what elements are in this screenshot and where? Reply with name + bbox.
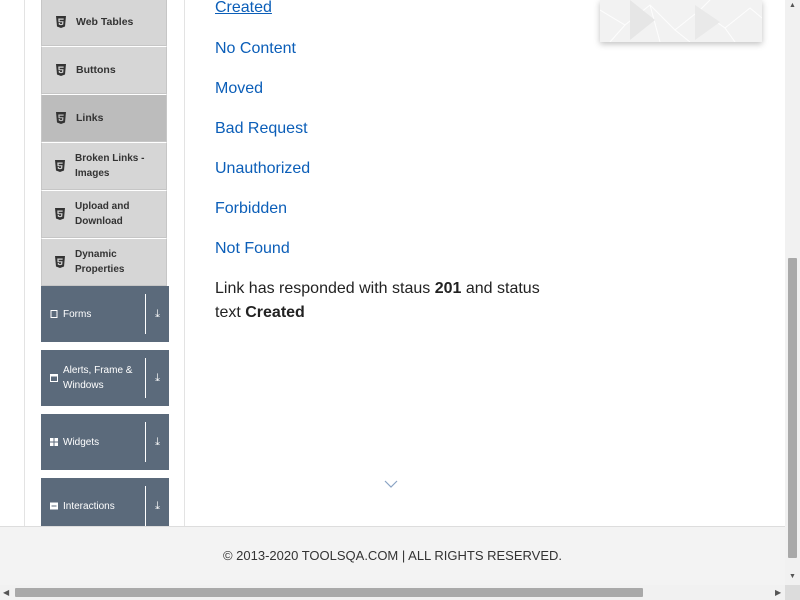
link-unauthorized[interactable]: Unauthorized — [215, 160, 310, 178]
html5-icon — [54, 208, 66, 220]
download-arrow-icon[interactable]: ⤓ — [146, 308, 169, 321]
page-footer: © 2013-2020 TOOLSQA.COM | ALL RIGHTS RES… — [0, 526, 785, 585]
download-arrow-icon[interactable]: ⤓ — [146, 372, 169, 385]
html5-icon — [55, 16, 67, 28]
sidebar-group-widgets[interactable]: Widgets ⤓ — [41, 414, 169, 470]
sidebar-item-web-tables[interactable]: Web Tables — [41, 0, 167, 46]
sidebar-item-broken-links-images[interactable]: Broken Links - Images — [41, 142, 167, 190]
sidebar-item-buttons[interactable]: Buttons — [41, 46, 167, 94]
sidebar-item-dynamic-properties[interactable]: Dynamic Properties — [41, 238, 167, 286]
chevron-down-icon[interactable] — [384, 479, 398, 489]
link-created[interactable]: Created — [215, 0, 272, 17]
sidebar-item-label: Dynamic Properties — [75, 249, 125, 275]
file-icon — [50, 310, 58, 318]
link-response-message: Link has responded with staus 201 and st… — [215, 277, 555, 325]
scroll-right-arrow-icon[interactable]: ▶ — [775, 588, 781, 597]
sidebar-item-label: Links — [76, 112, 104, 124]
response-status-code: 201 — [434, 280, 462, 297]
sidebar-group-alerts-frame-windows[interactable]: Alerts, Frame & Windows ⤓ — [41, 350, 169, 406]
scroll-down-arrow-icon[interactable]: ▼ — [789, 573, 796, 580]
download-arrow-icon[interactable]: ⤓ — [146, 436, 169, 449]
sidebar-item-label: Upload and Download — [75, 201, 130, 227]
group-label: Widgets — [63, 436, 100, 448]
horizontal-scrollbar-thumb[interactable] — [15, 588, 643, 597]
list-icon — [50, 502, 58, 510]
sidebar-item-links[interactable]: Links — [41, 94, 167, 142]
elements-sub-menu: Web Tables Buttons Links Broken Links - … — [41, 0, 167, 286]
grid-icon — [50, 438, 58, 446]
scrollbar-corner — [785, 585, 800, 600]
sidebar-item-label: Buttons — [76, 64, 116, 76]
link-no-content[interactable]: No Content — [215, 40, 296, 58]
ad-pattern-image — [600, 0, 762, 42]
download-arrow-icon[interactable]: ⤓ — [146, 500, 169, 513]
html5-icon — [55, 64, 67, 76]
link-moved[interactable]: Moved — [215, 80, 263, 98]
link-bad-request[interactable]: Bad Request — [215, 120, 308, 138]
html5-icon — [54, 256, 66, 268]
footer-copyright: © 2013-2020 TOOLSQA.COM | ALL RIGHTS RES… — [222, 548, 563, 563]
html5-icon — [55, 112, 67, 124]
sidebar-item-upload-and-download[interactable]: Upload and Download — [41, 190, 167, 238]
scroll-up-arrow-icon[interactable]: ▲ — [789, 2, 796, 9]
window-icon — [50, 374, 58, 382]
link-not-found[interactable]: Not Found — [215, 240, 290, 258]
group-label: Interactions — [63, 500, 115, 512]
sidebar-group-forms[interactable]: Forms ⤓ — [41, 286, 169, 342]
horizontal-scrollbar[interactable]: ◀ ▶ — [0, 585, 785, 600]
vertical-scrollbar[interactable]: ▲ ▼ — [785, 0, 800, 585]
response-status-text: Created — [245, 304, 305, 321]
sidebar-item-label: Broken Links - Images — [75, 153, 145, 179]
left-sidebar: Web Tables Buttons Links Broken Links - … — [24, 0, 185, 534]
page-viewport: Web Tables Buttons Links Broken Links - … — [0, 0, 785, 585]
sidebar-item-label: Web Tables — [76, 16, 134, 28]
vertical-scrollbar-thumb[interactable] — [788, 258, 797, 558]
group-label: Alerts, Frame & Windows — [63, 365, 133, 391]
response-prefix: Link has responded with staus — [215, 280, 431, 297]
link-forbidden[interactable]: Forbidden — [215, 200, 287, 218]
advertisement-card[interactable] — [600, 0, 762, 42]
group-label: Forms — [63, 308, 92, 320]
scroll-left-arrow-icon[interactable]: ◀ — [3, 588, 9, 597]
html5-icon — [54, 160, 66, 172]
